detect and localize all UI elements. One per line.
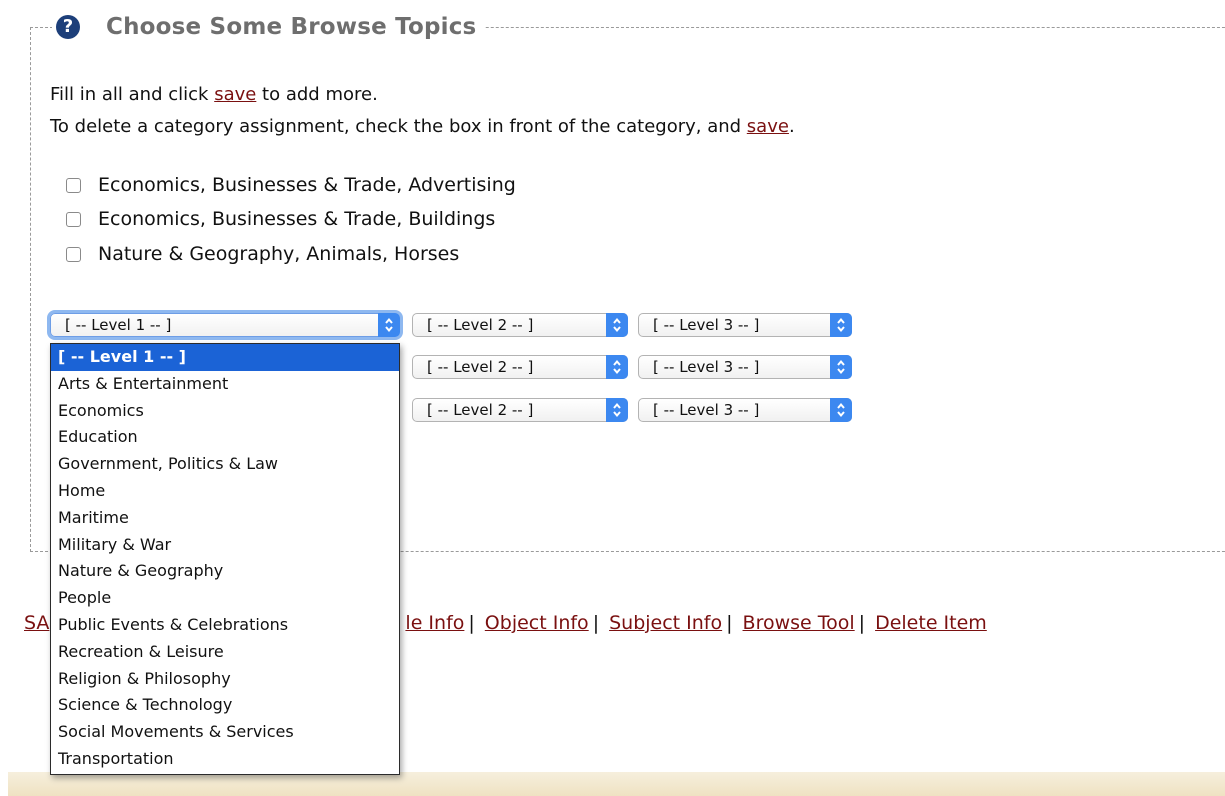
dropdown-option[interactable]: Science & Technology bbox=[51, 692, 399, 719]
instruction-line-2: To delete a category assignment, check t… bbox=[50, 116, 795, 137]
dropdown-option[interactable]: Military & War bbox=[51, 532, 399, 559]
level2-select[interactable]: [ -- Level 2 -- ] bbox=[412, 355, 628, 379]
title-info-link[interactable]: le Info bbox=[405, 612, 464, 634]
dropdown-option[interactable]: People bbox=[51, 585, 399, 612]
dropdown-option[interactable]: Nature & Geography bbox=[51, 558, 399, 585]
chevron-updown-icon bbox=[606, 313, 628, 337]
dropdown-option[interactable]: Religion & Philosophy bbox=[51, 666, 399, 693]
section-legend: ? Choose Some Browse Topics bbox=[52, 8, 485, 46]
category-checkbox[interactable] bbox=[66, 211, 81, 227]
delete-item-link[interactable]: Delete Item bbox=[875, 612, 987, 634]
chevron-updown-icon bbox=[378, 313, 400, 337]
dropdown-option[interactable]: Home bbox=[51, 478, 399, 505]
category-label: Nature & Geography, Animals, Horses bbox=[98, 243, 460, 265]
level1-dropdown-list[interactable]: [ -- Level 1 -- ] Arts & Entertainment E… bbox=[50, 343, 400, 775]
chevron-updown-icon bbox=[606, 355, 628, 379]
level3-select[interactable]: [ -- Level 3 -- ] bbox=[638, 398, 852, 422]
chevron-updown-icon bbox=[606, 398, 628, 422]
dropdown-option[interactable]: Education bbox=[51, 424, 399, 451]
chevron-updown-icon bbox=[830, 313, 852, 337]
chevron-updown-icon bbox=[830, 355, 852, 379]
category-row: Nature & Geography, Animals, Horses bbox=[66, 243, 459, 265]
dropdown-option[interactable]: Transportation bbox=[51, 746, 399, 773]
category-label: Economics, Businesses & Trade, Advertisi… bbox=[98, 174, 516, 196]
dropdown-option[interactable]: Maritime bbox=[51, 505, 399, 532]
category-row: Economics, Businesses & Trade, Advertisi… bbox=[66, 174, 516, 196]
section-title: Choose Some Browse Topics bbox=[106, 14, 477, 40]
dropdown-option[interactable]: Economics bbox=[51, 398, 399, 425]
dropdown-option[interactable]: Public Events & Celebrations bbox=[51, 612, 399, 639]
chevron-updown-icon bbox=[830, 398, 852, 422]
level3-select[interactable]: [ -- Level 3 -- ] bbox=[638, 355, 852, 379]
save-link-2[interactable]: save bbox=[747, 116, 789, 137]
instruction-line-1: Fill in all and click save to add more. bbox=[50, 84, 378, 105]
level1-select[interactable]: [ -- Level 1 -- ] bbox=[50, 313, 400, 337]
question-circle-icon[interactable]: ? bbox=[56, 15, 80, 39]
category-row: Economics, Businesses & Trade, Buildings bbox=[66, 208, 495, 230]
dropdown-option[interactable]: Government, Politics & Law bbox=[51, 451, 399, 478]
level2-select[interactable]: [ -- Level 2 -- ] bbox=[412, 313, 628, 337]
footer-band bbox=[8, 772, 1225, 796]
browse-tool-link[interactable]: Browse Tool bbox=[743, 612, 855, 634]
dropdown-option[interactable]: Arts & Entertainment bbox=[51, 371, 399, 398]
partial-left-link[interactable]: SA bbox=[24, 612, 49, 634]
level3-select[interactable]: [ -- Level 3 -- ] bbox=[638, 313, 852, 337]
subject-info-link[interactable]: Subject Info bbox=[609, 612, 722, 634]
object-info-link[interactable]: Object Info bbox=[485, 612, 589, 634]
category-checkbox[interactable] bbox=[66, 246, 81, 262]
dropdown-option[interactable]: Social Movements & Services bbox=[51, 719, 399, 746]
category-checkbox[interactable] bbox=[66, 177, 81, 193]
dropdown-option-selected[interactable]: [ -- Level 1 -- ] bbox=[51, 344, 399, 371]
level2-select[interactable]: [ -- Level 2 -- ] bbox=[412, 398, 628, 422]
dropdown-option[interactable]: Recreation & Leisure bbox=[51, 639, 399, 666]
category-label: Economics, Businesses & Trade, Buildings bbox=[98, 208, 496, 230]
save-link-1[interactable]: save bbox=[214, 84, 256, 105]
